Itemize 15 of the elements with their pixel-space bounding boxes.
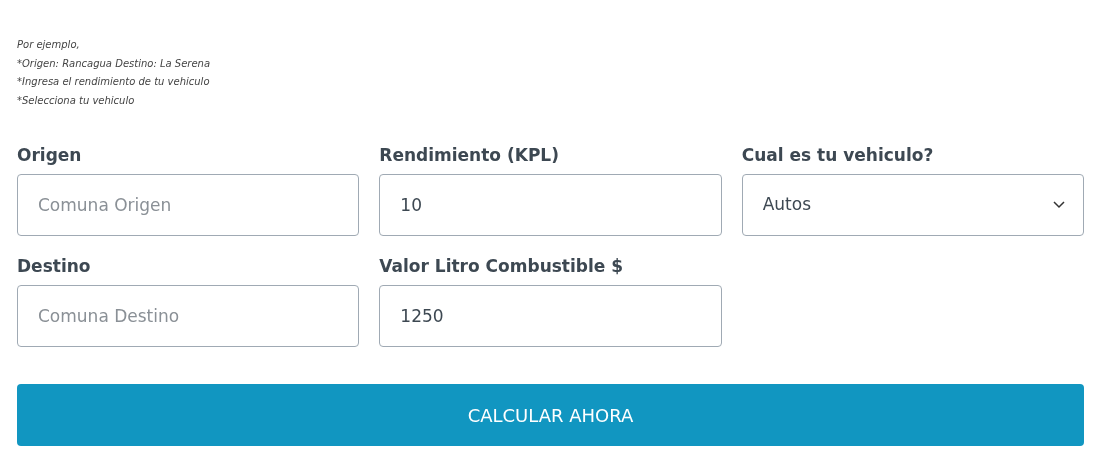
instruction-text: Por ejemplo, (17, 38, 81, 52)
instruction-text: *Origen: Rancagua Destino: La Serena (17, 56, 212, 71)
input-field[interactable]: 10 (379, 174, 722, 236)
field-label: Rendimiento (KPL) (379, 144, 559, 166)
chevron-down-icon (1053, 201, 1065, 209)
input-field[interactable]: Comuna Origen (17, 174, 360, 236)
field-label: Cual es tu vehiculo? (741, 144, 934, 166)
input-field[interactable]: 1250 (379, 285, 722, 347)
input-field[interactable]: Comuna Destino (17, 285, 360, 347)
field-label: Valor Litro Combustible $ (379, 255, 624, 277)
instruction-text: *Ingresa el rendimiento de tu vehiculo (17, 75, 211, 89)
field-label: Destino (17, 255, 91, 277)
field-label: Origen (17, 144, 82, 166)
instruction-text: *Selecciona tu vehiculo (17, 93, 136, 108)
vehicle-dropdown[interactable]: Autos (741, 174, 1084, 236)
